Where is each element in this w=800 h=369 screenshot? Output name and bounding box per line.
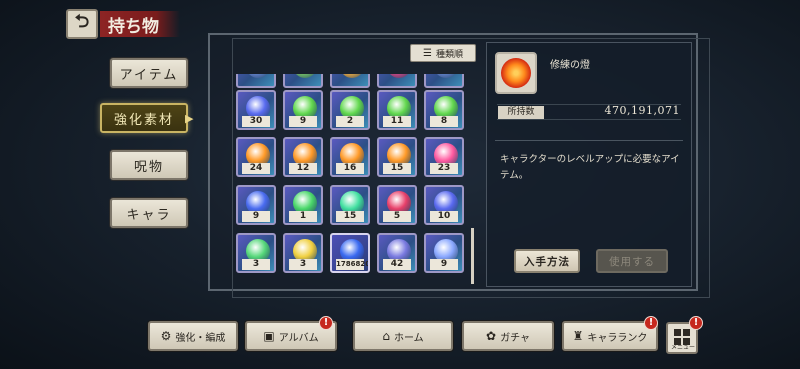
item-count: 2 [336,116,364,127]
inventory-cell[interactable]: 9 [283,90,323,130]
nav-label: 強化・編成 [175,332,226,344]
inventory-cell[interactable]: 16 [330,137,370,177]
sort-button[interactable]: ☰ 種類順 [410,44,476,62]
back-button[interactable]: ⮌ [66,9,98,39]
item-count: 30 [242,116,270,127]
inventory-cell[interactable]: 28 [377,74,417,88]
inventory-grid[interactable]: 39 32 54 28 38 30 9 2 11 8 24 12 16 15 23 9 1 15 5 10 3 3 1786… [234,74,470,280]
item-count: 1786820 [336,259,370,270]
nav-home[interactable]: ⌂ ホーム [353,321,453,351]
item-description: キャラクターのレベルアップに必要なアイテム。 [500,154,680,181]
inventory-cell[interactable]: 54 [330,74,370,88]
item-count: 1 [289,211,317,222]
inventory-cell[interactable]: 24 [236,137,276,177]
inventory-cell[interactable]: 3 [236,233,276,273]
item-detail-icon [495,52,537,94]
item-count: 9 [289,116,317,127]
owned-label: 所持数 [498,106,544,119]
notification-badge: ! [689,316,703,330]
sort-label: 種類順 [435,49,463,60]
nav-label: ホーム [393,332,424,344]
item-name: 修練の燈 [550,60,590,71]
item-count: 3 [242,259,270,270]
item-count: 23 [430,163,458,174]
item-count: 3 [289,259,317,270]
item-count: 8 [430,116,458,127]
album-icon: ▣ [263,329,275,343]
material-icon [340,74,364,78]
item-count: 5 [383,211,411,222]
item-count: 15 [383,163,411,174]
item-count: 9 [242,211,270,222]
inventory-cell[interactable]: 2 [330,90,370,130]
inventory-cell[interactable]: 11 [377,90,417,130]
material-icon [387,74,411,78]
material-icon [293,74,317,78]
active-tab-arrow-icon: ▶ [185,112,194,125]
tab-items[interactable]: アイテム [110,58,188,88]
gacha-icon: ✿ [486,329,497,343]
inventory-cell[interactable]: 5 [377,185,417,225]
back-arrow-icon: ⮌ [74,11,90,32]
material-icon [246,74,270,78]
inventory-cell[interactable]: 15 [330,185,370,225]
flame-orb-icon [501,58,531,88]
inventory-cell[interactable]: 8 [424,90,464,130]
inventory-cell[interactable]: 39 [236,74,276,88]
tab-curses[interactable]: 呪物 [110,150,188,180]
item-count: 12 [289,163,317,174]
menu-label: メニュー [671,344,696,351]
inventory-cell[interactable]: 10 [424,185,464,225]
nav-label: キャラランク [587,332,648,344]
notification-badge: ! [319,316,333,330]
nav-label: ガチャ [500,332,530,344]
item-count: 16 [336,163,364,174]
item-count: 42 [383,259,411,270]
inventory-cell[interactable]: 32 [283,74,323,88]
page-title: 持ち物 [100,11,180,37]
scrollbar[interactable] [471,228,474,284]
tab-characters[interactable]: キャラ [110,198,188,228]
item-count: 9 [430,259,458,270]
nav-enhance[interactable]: ⚙ 強化・編成 [148,321,238,351]
item-count: 24 [242,163,270,174]
gear-icon: ⚙ [160,329,172,343]
inventory-cell[interactable]: 30 [236,90,276,130]
divider [495,140,683,141]
owned-value: 470,191,071 [604,104,680,117]
material-icon [434,74,458,78]
use-button[interactable]: 使用する [596,249,668,273]
item-count: 10 [430,211,458,222]
inventory-cell[interactable]: 15 [377,137,417,177]
inventory-cell[interactable]: 9 [424,233,464,273]
inventory-cell[interactable]: 3 [283,233,323,273]
inventory-cell[interactable]: 23 [424,137,464,177]
notification-badge: ! [644,316,658,330]
sort-icon: ☰ [423,47,432,59]
inventory-cell[interactable]: 12 [283,137,323,177]
item-count: 15 [336,211,364,222]
trophy-icon: ♜ [572,329,584,343]
inventory-cell[interactable]: 42 [377,233,417,273]
obtain-method-button[interactable]: 入手方法 [514,249,580,273]
home-icon: ⌂ [382,329,390,343]
inventory-cell[interactable]: 1786820 [330,233,370,273]
inventory-cell[interactable]: 9 [236,185,276,225]
inventory-cell[interactable]: 38 [424,74,464,88]
inventory-cell[interactable]: 1 [283,185,323,225]
tab-enhance-materials[interactable]: 強化素材 [100,103,188,133]
nav-gacha[interactable]: ✿ ガチャ [462,321,554,351]
item-count: 11 [383,116,411,127]
nav-label: アルバム [278,332,319,344]
